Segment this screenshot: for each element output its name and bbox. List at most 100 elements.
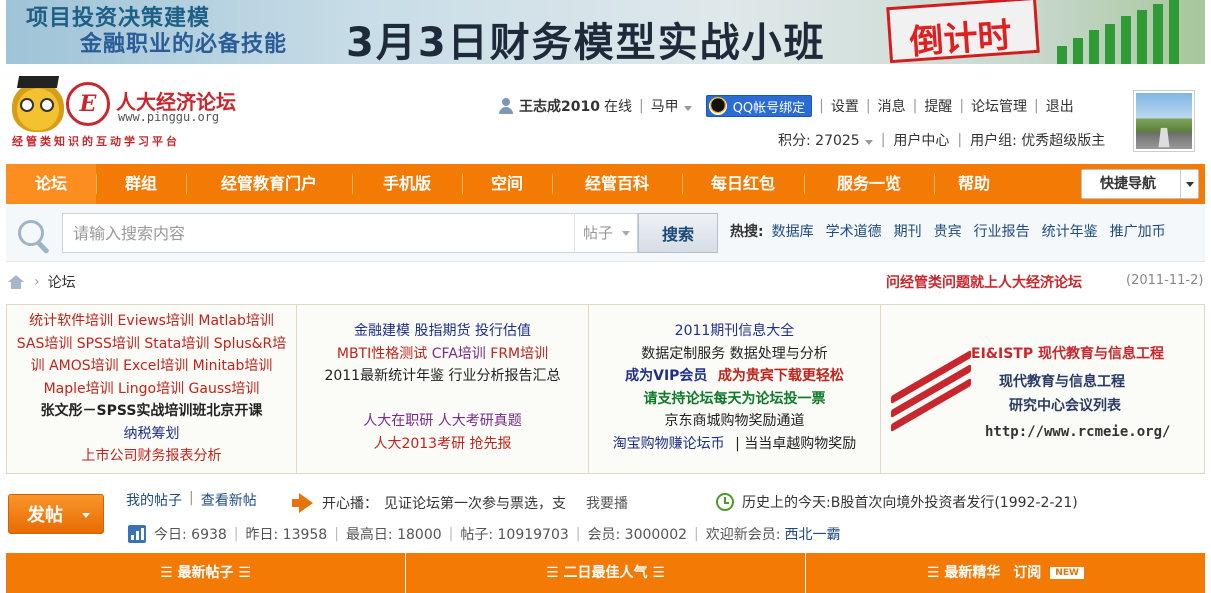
ei-url: http://www.rcmeie.org/ [985, 424, 1171, 440]
qq-bind-button[interactable]: QQ帐号绑定 [705, 95, 813, 117]
search-input[interactable] [62, 213, 574, 253]
hot-word-yearbook[interactable]: 统计年鉴 [1042, 221, 1098, 241]
banner-line-2: 金融职业的必备技能 [80, 32, 288, 57]
megaphone-icon [290, 492, 316, 514]
ad-link[interactable]: 成为VIP会员 [625, 368, 707, 384]
logout-link[interactable]: 退出 [1046, 96, 1074, 116]
stat-members: 会员: 3000002 [587, 527, 688, 543]
tab-two-day-popular[interactable]: ☰ 二日最佳人气 ☰ [405, 553, 805, 593]
breadcrumb-forum[interactable]: 论坛 [48, 272, 76, 292]
hot-word-journal[interactable]: 期刊 [894, 221, 922, 241]
nav-item-mobile[interactable]: 手机版 [352, 164, 462, 204]
history-today: 历史上的今天: B股首次向境外投资者发行(1992-2-21) [716, 492, 1078, 512]
nav-item-red-packet[interactable]: 每日红包 [682, 164, 804, 204]
vest-label: 马甲 [650, 99, 679, 115]
avatar-image [1136, 93, 1192, 149]
ad-link[interactable]: FRM培训 [490, 346, 548, 362]
forum-tagline[interactable]: 问经管类问题就上人大经济论坛 [886, 272, 1082, 292]
qq-icon [708, 97, 727, 115]
ei-istp-logo-icon [891, 349, 975, 433]
chevron-right-icon: › [34, 274, 40, 290]
ad-link[interactable]: 成为贵宾下载更轻松 [718, 368, 844, 384]
broadcast-text[interactable]: 见证论坛第一次参与票选，支 [384, 493, 566, 513]
forum-stats: 今日: 6938 | 昨日: 13958 | 最高日: 18000 | 帖子: … [128, 524, 840, 544]
ad-cell-finance: 金融建模 股指期货 投行估值 MBTI性格测试 CFA培训 FRM培训 2011… [297, 305, 589, 473]
chevron-down-icon [683, 106, 692, 111]
search-type-select[interactable]: 帖子 [574, 213, 638, 253]
search-button[interactable]: 搜索 [638, 213, 718, 253]
ad-link[interactable]: 人大在职研 人大考研真题 [297, 410, 588, 433]
ad-link[interactable]: 2011最新统计年鉴 行业分析报告汇总 [297, 365, 588, 388]
hot-word-ethics[interactable]: 学术道德 [826, 221, 882, 241]
nav-item-groups[interactable]: 群组 [96, 164, 186, 204]
ad-link[interactable]: 上市公司财务报表分析 [7, 445, 296, 468]
nav-item-space[interactable]: 空间 [462, 164, 552, 204]
new-post-button[interactable]: 发帖 [8, 494, 104, 534]
new-post-label: 发帖 [27, 505, 63, 526]
home-icon[interactable] [8, 275, 24, 289]
points-dropdown[interactable]: 积分: 27025 [778, 130, 873, 150]
forum-admin-link[interactable]: 论坛管理 [971, 96, 1027, 116]
nav-item-edu-portal[interactable]: 经管教育门户 [186, 164, 352, 204]
history-text[interactable]: B股首次向境外投资者发行(1992-2-21) [831, 492, 1078, 512]
hot-searches: 热搜: 数据库 学术道德 期刊 贵宾 行业报告 统计年鉴 推广加币 [730, 221, 1166, 241]
my-posts-link[interactable]: 我的帖子 [126, 490, 182, 510]
hot-word-vip[interactable]: 贵宾 [934, 221, 962, 241]
ad-spacer [297, 388, 588, 411]
main-nav: 论坛 群组 经管教育门户 手机版 空间 经管百科 每日红包 服务一览 帮助 快捷… [6, 164, 1205, 204]
ad-link[interactable]: SAS培训 SPSS培训 Stata培训 Splus&R培 [7, 333, 296, 356]
ad-link[interactable]: 请支持论坛每天为论坛投一票 [589, 388, 880, 411]
banner-left-text: 项目投资决策建模 金融职业的必备技能 [26, 6, 287, 58]
breadcrumb: › 论坛 [8, 272, 76, 292]
chevron-down-icon [1180, 170, 1198, 198]
quick-nav-dropdown[interactable]: 快捷导航 [1081, 169, 1199, 199]
tab-latest-digest[interactable]: ☰ 最新精华 订阅 NEW [805, 553, 1205, 593]
view-new-posts-link[interactable]: 查看新帖 [201, 490, 257, 510]
ad-link[interactable]: 淘宝购物赚论坛币 [613, 436, 725, 452]
ad-link[interactable]: 人大2013考研 抢先报 [297, 433, 588, 456]
ad-link[interactable]: Maple培训 Lingo培训 Gauss培训 [7, 378, 296, 401]
new-member-link[interactable]: 西北一霸 [784, 524, 840, 544]
bar-chart-icon [128, 525, 146, 543]
ad-link[interactable]: 纳税筹划 [7, 423, 296, 446]
stat-max: 最高日: 18000 [345, 527, 442, 543]
ad-link[interactable]: 训 AMOS培训 Excel培训 Minitab培训 [7, 355, 296, 378]
stat-today: 今日: 6938 [154, 527, 227, 543]
ad-cell-ei-istp[interactable]: EI&ISTP 现代教育与信息工程 现代教育与信息工程 研究中心会议列表 htt… [881, 305, 1204, 473]
nav-item-services[interactable]: 服务一览 [804, 164, 934, 204]
user-center-link[interactable]: 用户中心 [893, 130, 949, 150]
ad-link[interactable]: MBTI性格测试 [337, 346, 427, 362]
ad-cell-services: 2011期刊信息大全 数据定制服务 数据处理与分析 成为VIP会员 成为贵宾下载… [589, 305, 881, 473]
nav-item-forum[interactable]: 论坛 [6, 164, 96, 204]
ad-link[interactable]: 金融建模 股指期货 投行估值 [297, 320, 588, 343]
ad-link[interactable]: 2011期刊信息大全 [589, 320, 880, 343]
avatar[interactable] [1133, 90, 1195, 152]
nav-item-help[interactable]: 帮助 [934, 164, 1014, 204]
top-banner-ad[interactable]: 项目投资决策建模 金融职业的必备技能 3月3日财务模型实战小班 倒计时 [6, 0, 1205, 64]
ad-link[interactable]: 张文彤－SPSS实战培训班北京开课 [7, 400, 296, 423]
ad-cell-training: 统计软件培训 Eviews培训 Matlab培训 SAS培训 SPSS培训 St… [7, 305, 297, 473]
tab-latest-posts[interactable]: ☰ 最新帖子 ☰ [6, 553, 405, 593]
hot-word-promo[interactable]: 推广加币 [1110, 221, 1166, 241]
settings-link[interactable]: 设置 [831, 96, 859, 116]
ad-link[interactable]: | 当当卓越购物奖励 [735, 436, 856, 452]
vest-dropdown[interactable]: 马甲 [651, 96, 692, 116]
username-link[interactable]: 王志成2010 [519, 96, 600, 116]
stat-posts: 帖子: 10919703 [460, 527, 569, 543]
messages-link[interactable]: 消息 [878, 96, 906, 116]
ad-link[interactable]: 数据定制服务 数据处理与分析 [589, 343, 880, 366]
ad-link[interactable]: CFA培训 [432, 346, 486, 362]
user-group-link[interactable]: 用户组: 优秀超级版主 [970, 130, 1105, 150]
reminders-link[interactable]: 提醒 [924, 96, 952, 116]
broadcast-post-link[interactable]: 我要播 [586, 493, 628, 513]
countdown-badge: 倒计时 [886, 0, 1040, 64]
hot-word-industry-report[interactable]: 行业报告 [974, 221, 1030, 241]
nav-item-wiki[interactable]: 经管百科 [552, 164, 682, 204]
ad-link[interactable]: 统计软件培训 Eviews培训 Matlab培训 [7, 310, 296, 333]
my-post-links: 我的帖子 | 查看新帖 [126, 490, 257, 510]
subscribe-link[interactable]: 订阅 [1013, 565, 1041, 581]
hot-word-database[interactable]: 数据库 [772, 221, 814, 241]
ad-row: 成为VIP会员 成为贵宾下载更轻松 [589, 365, 880, 388]
site-logo[interactable]: E 人大经济论坛 www.pinggu.org 经管类知识的互动学习平台 [12, 78, 252, 150]
ad-link[interactable]: 京东商城购物奖励通道 [589, 410, 880, 433]
